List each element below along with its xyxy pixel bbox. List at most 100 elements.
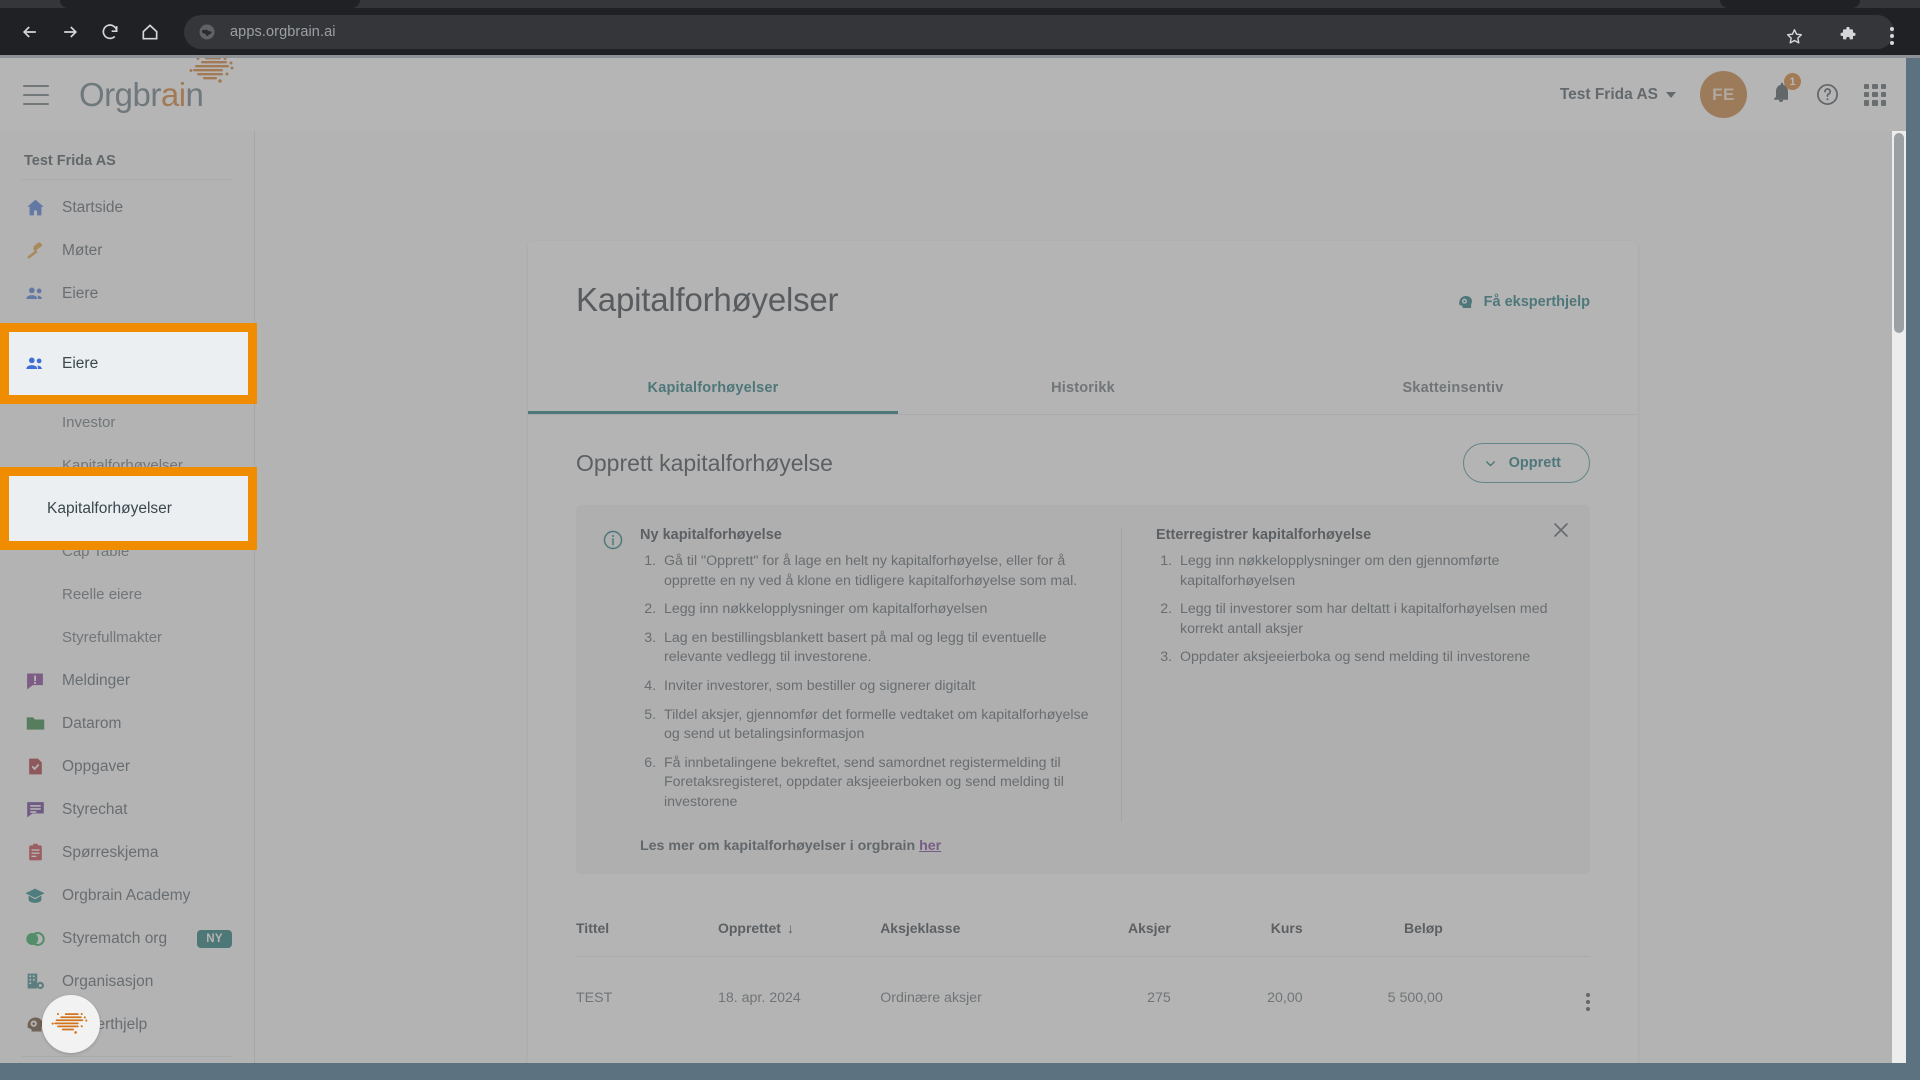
info-circle-icon — [603, 530, 623, 550]
app-shell: Orgbrain Test Frida AS FE 1 Test Frida A… — [0, 58, 1906, 1063]
sidebar-item-eiere[interactable]: Eiere — [0, 272, 254, 315]
question-mark-circle-icon[interactable] — [1815, 82, 1840, 107]
sidebar-item-investor[interactable]: Investor — [0, 401, 254, 444]
info-right-heading: Etterregistrer kapitalforhøyelse — [1156, 527, 1372, 543]
home-icon[interactable] — [132, 14, 168, 50]
cell-kurs: 20,00 — [1267, 989, 1303, 1006]
list-item: Legg inn nøkkelopplysninger om kapitalfo… — [660, 600, 1097, 620]
list-item: Tildel aksjer, gjennomfør det formelle v… — [660, 706, 1097, 745]
cell-opprettet: 18. apr. 2024 — [717, 989, 801, 1006]
info-column-new: Ny kapitalforhøyelse Gå til "Opprett" fo… — [602, 527, 1122, 822]
get-expert-help-link[interactable]: Få eksperthjelp — [1457, 293, 1590, 311]
sidebar-item-datarom[interactable]: Datarom — [0, 702, 254, 745]
kebab-menu-icon[interactable] — [1586, 992, 1590, 1011]
content-card: Kapitalforhøyelser Få eksperthjelp Kapit… — [528, 241, 1638, 1063]
forward-arrow-icon[interactable] — [52, 14, 88, 50]
sidebar-item-label: Reelle eiere — [62, 586, 143, 603]
brain-logo-icon — [51, 1012, 88, 1034]
org-switcher-label: Test Frida AS — [1559, 85, 1658, 103]
orgbrain-logo[interactable]: Orgbrain — [79, 58, 234, 111]
hamburger-menu-icon[interactable] — [23, 84, 49, 105]
column-header-tittel[interactable]: Tittel — [576, 919, 718, 957]
get-expert-help-label: Få eksperthjelp — [1483, 294, 1590, 310]
sidebar-item-hendelser[interactable]: Hendelser — [0, 358, 254, 401]
sidebar-item-cap-table[interactable]: Cap Table — [0, 530, 254, 573]
chat-bubble-icon — [24, 799, 46, 821]
tab-skatteinsentiv[interactable]: Skatteinsentiv — [1268, 364, 1638, 414]
sidebar-item-startside[interactable]: Startside — [0, 186, 254, 229]
info-footer-link[interactable]: her — [919, 838, 941, 854]
sidebar-item-label: Oppgaver — [62, 757, 131, 775]
column-header-opprettet[interactable]: Opprettet ↓ — [717, 919, 881, 957]
message-alert-icon — [24, 670, 46, 692]
list-item: Gå til "Opprett" for å lage en helt ny k… — [660, 552, 1097, 591]
capital-increases-table: Tittel Opprettet ↓ Aksjeklasse Aksjer Kur… — [576, 919, 1590, 1039]
sidebar-item-label: Styrematch org — [62, 929, 168, 947]
sidebar-item-label: Organisasjon — [62, 972, 154, 990]
sidebar-item-finansielle-eiendeler[interactable]: Finansielle eiendeler — [0, 487, 254, 530]
chevron-down-icon — [1485, 460, 1495, 466]
sidebar-item-label: Spørreskjema — [62, 843, 159, 861]
sidebar-item-styrefullmakter[interactable]: Styrefullmakter — [0, 616, 254, 659]
address-bar[interactable]: apps.orgbrain.ai — [184, 15, 1894, 49]
table-row[interactable]: TEST 18. apr. 2024 Ordinære aksjer 275 2… — [576, 956, 1590, 1039]
sidebar-item-styrechat[interactable]: Styrechat — [0, 788, 254, 831]
sidebar-item-sporreskjema[interactable]: Spørreskjema — [0, 831, 254, 874]
org-switcher[interactable]: Test Frida AS — [1560, 86, 1676, 104]
create-button[interactable]: Opprett — [1462, 443, 1590, 483]
info-left-steps: Gå til "Opprett" for å lage en helt ny k… — [660, 552, 1097, 813]
notifications-button[interactable]: 1 — [1769, 73, 1801, 109]
scrollbar-thumb[interactable] — [1894, 133, 1904, 333]
close-x-icon[interactable] — [1550, 519, 1572, 541]
card-header: Kapitalforhøyelser Få eksperthjelp — [528, 241, 1638, 319]
column-header-kurs[interactable]: Kurs — [1214, 919, 1347, 957]
sidebar-item-aksjeeierbok[interactable]: Aksjeeierbok — [0, 315, 254, 358]
section-header: Opprett kapitalforhøyelse Opprett — [528, 415, 1638, 483]
browser-tab[interactable] — [60, 0, 360, 8]
list-item: Legg inn nøkkelopplysninger om den gjenn… — [1176, 552, 1564, 591]
sidebar-item-label: Investor — [62, 414, 116, 431]
avatar-initials: FE — [1712, 84, 1735, 104]
sidebar-item-oppgaver[interactable]: Oppgaver — [0, 745, 254, 788]
sort-arrow-icon: ↓ — [786, 919, 794, 936]
sidebar: Test Frida AS Startside Møter Eiere Aksj… — [0, 131, 255, 1063]
three-dot-menu-icon[interactable] — [1878, 22, 1906, 50]
sidebar-item-styrematch-org[interactable]: Styrematch org NY — [0, 917, 254, 960]
main-content: Kapitalforhøyelser Få eksperthjelp Kapit… — [255, 131, 1906, 1063]
sidebar-item-moter[interactable]: Møter — [0, 229, 254, 272]
brain-logo-icon — [189, 58, 234, 83]
page-scrollbar[interactable] — [1892, 131, 1906, 1063]
sidebar-item-label: Meldinger — [62, 671, 131, 689]
tab-kapitalforhoyelser[interactable]: Kapitalforhøyelser — [528, 364, 898, 414]
sidebar-item-label: Finansielle eiendeler — [62, 500, 200, 517]
task-document-icon — [24, 756, 46, 778]
info-panel: Ny kapitalforhøyelse Gå til "Opprett" fo… — [576, 505, 1590, 874]
apps-grid-icon[interactable] — [1864, 83, 1886, 106]
browser-tab-secondary[interactable] — [1720, 0, 1860, 8]
avatar[interactable]: FE — [1700, 71, 1747, 118]
list-item: Lag en bestillingsblankett basert på mal… — [660, 629, 1097, 668]
column-header-aksjeklasse[interactable]: Aksjeklasse — [880, 919, 1083, 957]
sidebar-item-eksperthjelp[interactable]: Eksperthjelp — [0, 1003, 254, 1046]
tab-strip — [0, 0, 1920, 8]
column-header-aksjer[interactable]: Aksjer — [1082, 919, 1215, 957]
folder-icon — [24, 713, 46, 735]
reload-icon[interactable] — [92, 14, 128, 50]
sidebar-org-name: Test Frida AS — [24, 153, 116, 169]
cell-belop: 5 500,00 — [1387, 989, 1443, 1006]
sidebar-item-orgbrain-academy[interactable]: Orgbrain Academy — [0, 874, 254, 917]
back-arrow-icon[interactable] — [12, 14, 48, 50]
sidebar-item-organisasjon[interactable]: Organisasjon — [0, 960, 254, 1003]
venn-circles-icon — [24, 928, 46, 950]
sidebar-item-label: Hendelser — [62, 371, 131, 388]
sidebar-item-meldinger[interactable]: Meldinger — [0, 659, 254, 702]
tab-historikk[interactable]: Historikk — [898, 364, 1268, 414]
sidebar-item-label: Kapitalforhøyelser — [62, 457, 183, 474]
sidebar-item-kapitalforhoyelser[interactable]: Kapitalforhøyelser — [0, 444, 254, 487]
bookmark-star-icon[interactable] — [1780, 22, 1808, 50]
sidebar-item-reelle-eiere[interactable]: Reelle eiere — [0, 573, 254, 616]
column-header-belop[interactable]: Beløp — [1346, 919, 1509, 957]
puzzle-piece-icon[interactable] — [1834, 22, 1862, 50]
home-icon — [24, 197, 46, 219]
info-columns: Ny kapitalforhøyelse Gå til "Opprett" fo… — [602, 527, 1564, 822]
